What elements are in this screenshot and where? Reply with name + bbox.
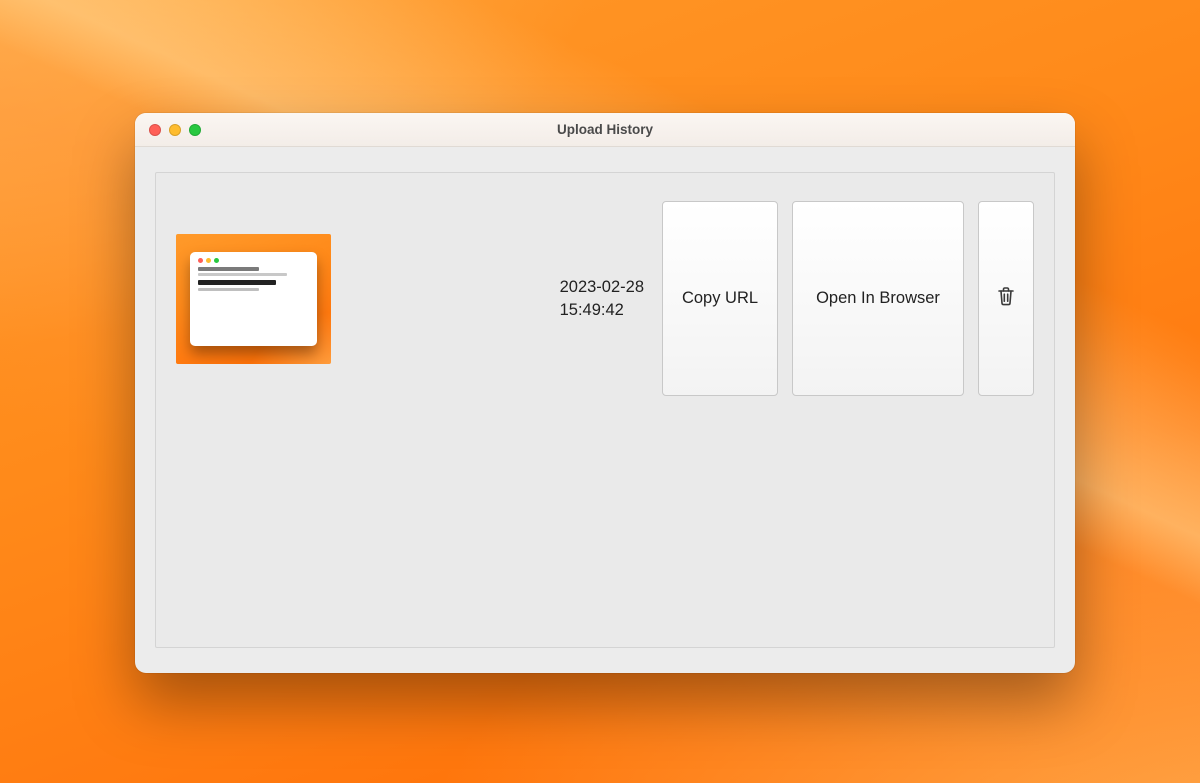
copy-url-button[interactable]: Copy URL (662, 201, 778, 396)
window-titlebar[interactable]: Upload History (135, 113, 1075, 147)
upload-thumbnail[interactable] (176, 234, 331, 364)
window-title: Upload History (135, 122, 1075, 137)
window-close-button[interactable] (149, 124, 161, 136)
upload-timestamp: 2023-02-28 15:49:42 (560, 276, 648, 321)
window-traffic-lights (135, 124, 201, 136)
window-minimize-button[interactable] (169, 124, 181, 136)
open-in-browser-button[interactable]: Open In Browser (792, 201, 964, 396)
upload-history-window: Upload History 2023-02-28 15:49:42 Copy … (135, 113, 1075, 673)
trash-icon (997, 286, 1015, 311)
window-zoom-button[interactable] (189, 124, 201, 136)
history-panel: 2023-02-28 15:49:42 Copy URL Open In Bro… (155, 172, 1055, 648)
thumbnail-preview-window (190, 252, 317, 346)
delete-button[interactable] (978, 201, 1034, 396)
window-content: 2023-02-28 15:49:42 Copy URL Open In Bro… (135, 147, 1075, 673)
history-row: 2023-02-28 15:49:42 Copy URL Open In Bro… (176, 201, 1034, 396)
